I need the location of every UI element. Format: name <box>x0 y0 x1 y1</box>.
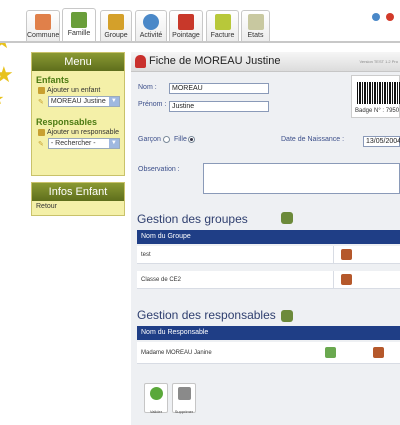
tab-label: Pointage <box>172 32 200 39</box>
child-select-row: ✎ MOREAU Justine ▼ <box>32 94 124 107</box>
add-group-icon[interactable] <box>281 212 293 224</box>
fiche-title: Fiche de MOREAU Justine <box>149 55 281 67</box>
responsable-select-value: - Rechercher - <box>50 140 96 147</box>
left-menu: Menu Enfants Ajouter un enfant ✎ MOREAU … <box>31 52 125 176</box>
supprimer-label: Supprimer <box>174 409 194 414</box>
retour-link[interactable]: Retour <box>32 201 124 212</box>
prenom-label: Prénom : <box>138 101 167 108</box>
nom-field[interactable]: MOREAU <box>169 83 269 94</box>
nom-label: Nom : <box>138 84 157 91</box>
responsable-name: Madame MOREAU Janine <box>141 350 212 356</box>
add-child-label: Ajouter un enfant <box>47 87 101 94</box>
add-responsable-icon <box>38 129 45 136</box>
tab-label: Commune <box>27 32 60 39</box>
top-toolbar: Commune Famille Groupe Activité Pointage… <box>0 0 400 43</box>
remove-group-icon[interactable] <box>341 274 352 285</box>
calendar-icon <box>178 14 194 30</box>
fille-label: Fille <box>174 136 187 143</box>
edit-responsable-icon[interactable] <box>325 347 336 358</box>
add-responsable-label: Ajouter un responsable <box>47 129 119 136</box>
groupes-heading: Gestion des groupes <box>137 212 248 226</box>
enfants-heading: Enfants <box>36 75 70 85</box>
chevron-down-icon: ▼ <box>108 97 119 106</box>
group-name: test <box>141 252 151 258</box>
naissance-label: Date de Naissance : <box>281 136 345 143</box>
tab-groupe[interactable]: Groupe <box>100 10 132 42</box>
tab-label: Facture <box>210 32 235 39</box>
checkmark-icon <box>150 387 163 400</box>
cell-divider <box>333 246 334 264</box>
garcon-label: Garçon <box>138 136 161 143</box>
groupes-column-header: Nom du Groupe <box>137 230 400 244</box>
chevron-down-icon: ▼ <box>108 139 119 148</box>
infos-title: Infos Enfant <box>32 183 124 201</box>
tab-etats[interactable]: Etats <box>241 10 270 42</box>
barcode-icon <box>357 82 400 104</box>
tab-activite[interactable]: Activité <box>135 10 167 42</box>
responsables-heading: Gestion des responsables <box>137 308 276 322</box>
infos-enfant-panel: Infos Enfant Retour <box>31 182 125 216</box>
trash-icon <box>178 387 191 400</box>
globe-icon <box>143 14 159 30</box>
naissance-field[interactable]: 13/05/2004 <box>363 136 400 147</box>
family-icon <box>71 12 87 28</box>
remove-group-icon[interactable] <box>341 249 352 260</box>
tab-label: Groupe <box>104 32 128 39</box>
house-icon <box>35 14 51 30</box>
observation-textarea[interactable] <box>203 163 400 194</box>
tab-label: Activité <box>139 32 163 39</box>
pencil-icon: ✎ <box>38 140 44 148</box>
fiche-header: Fiche de MOREAU Justine Version TEST 1.2… <box>131 52 400 72</box>
valider-label: Valider <box>149 409 163 414</box>
badge-card: Badge N° : 7950 <box>351 75 400 118</box>
responsable-select-row: ✎ - Rechercher - ▼ <box>32 136 124 149</box>
tab-commune[interactable]: Commune <box>26 10 60 42</box>
invoice-icon <box>214 14 231 30</box>
tab-facture[interactable]: Facture <box>206 10 239 42</box>
responsables-column-header: Nom du Responsable <box>137 326 400 340</box>
observation-label: Observation : <box>138 166 180 173</box>
star-decoration-icon: ★ <box>0 62 14 87</box>
remove-responsable-icon[interactable] <box>373 347 384 358</box>
table-row: test <box>137 246 400 264</box>
garcon-radio[interactable] <box>163 136 170 143</box>
group-icon <box>108 14 124 30</box>
menu-title: Menu <box>32 53 124 71</box>
fiche-panel: Fiche de MOREAU Justine Version TEST 1.2… <box>131 52 400 425</box>
add-child-icon <box>38 87 45 94</box>
tab-famille[interactable]: Famille <box>62 8 96 42</box>
prenom-field[interactable]: Justine <box>169 101 269 112</box>
responsables-heading: Responsables <box>36 117 98 127</box>
group-name: Classe de CE2 <box>141 277 182 283</box>
toolbar-divider <box>0 41 400 43</box>
window-controls <box>370 8 394 26</box>
pencil-icon: ✎ <box>38 98 44 106</box>
badge-number: Badge N° : 7950 <box>355 108 400 114</box>
fille-radio[interactable] <box>188 136 195 143</box>
table-row: Madame MOREAU Janine <box>137 342 400 364</box>
close-icon[interactable] <box>386 13 394 21</box>
tab-pointage[interactable]: Pointage <box>169 10 203 42</box>
responsable-select[interactable]: - Rechercher - ▼ <box>47 138 120 149</box>
add-child-link[interactable]: Ajouter un enfant <box>32 85 124 94</box>
child-select-value: MOREAU Justine <box>50 98 106 105</box>
star-decoration-icon: ★ <box>0 92 4 108</box>
table-row: Classe de CE2 <box>137 271 400 289</box>
version-text: Version TEST 1.2 Pro <box>359 59 398 64</box>
report-icon <box>247 14 264 30</box>
cell-divider <box>333 271 334 289</box>
settings-icon[interactable] <box>371 13 380 21</box>
child-select[interactable]: MOREAU Justine ▼ <box>47 96 120 107</box>
tab-label: Etats <box>247 32 264 39</box>
add-responsable-icon[interactable] <box>281 310 293 322</box>
add-responsable-link[interactable]: Ajouter un responsable <box>32 127 124 136</box>
tab-label: Famille <box>67 30 91 37</box>
person-icon <box>135 55 146 68</box>
